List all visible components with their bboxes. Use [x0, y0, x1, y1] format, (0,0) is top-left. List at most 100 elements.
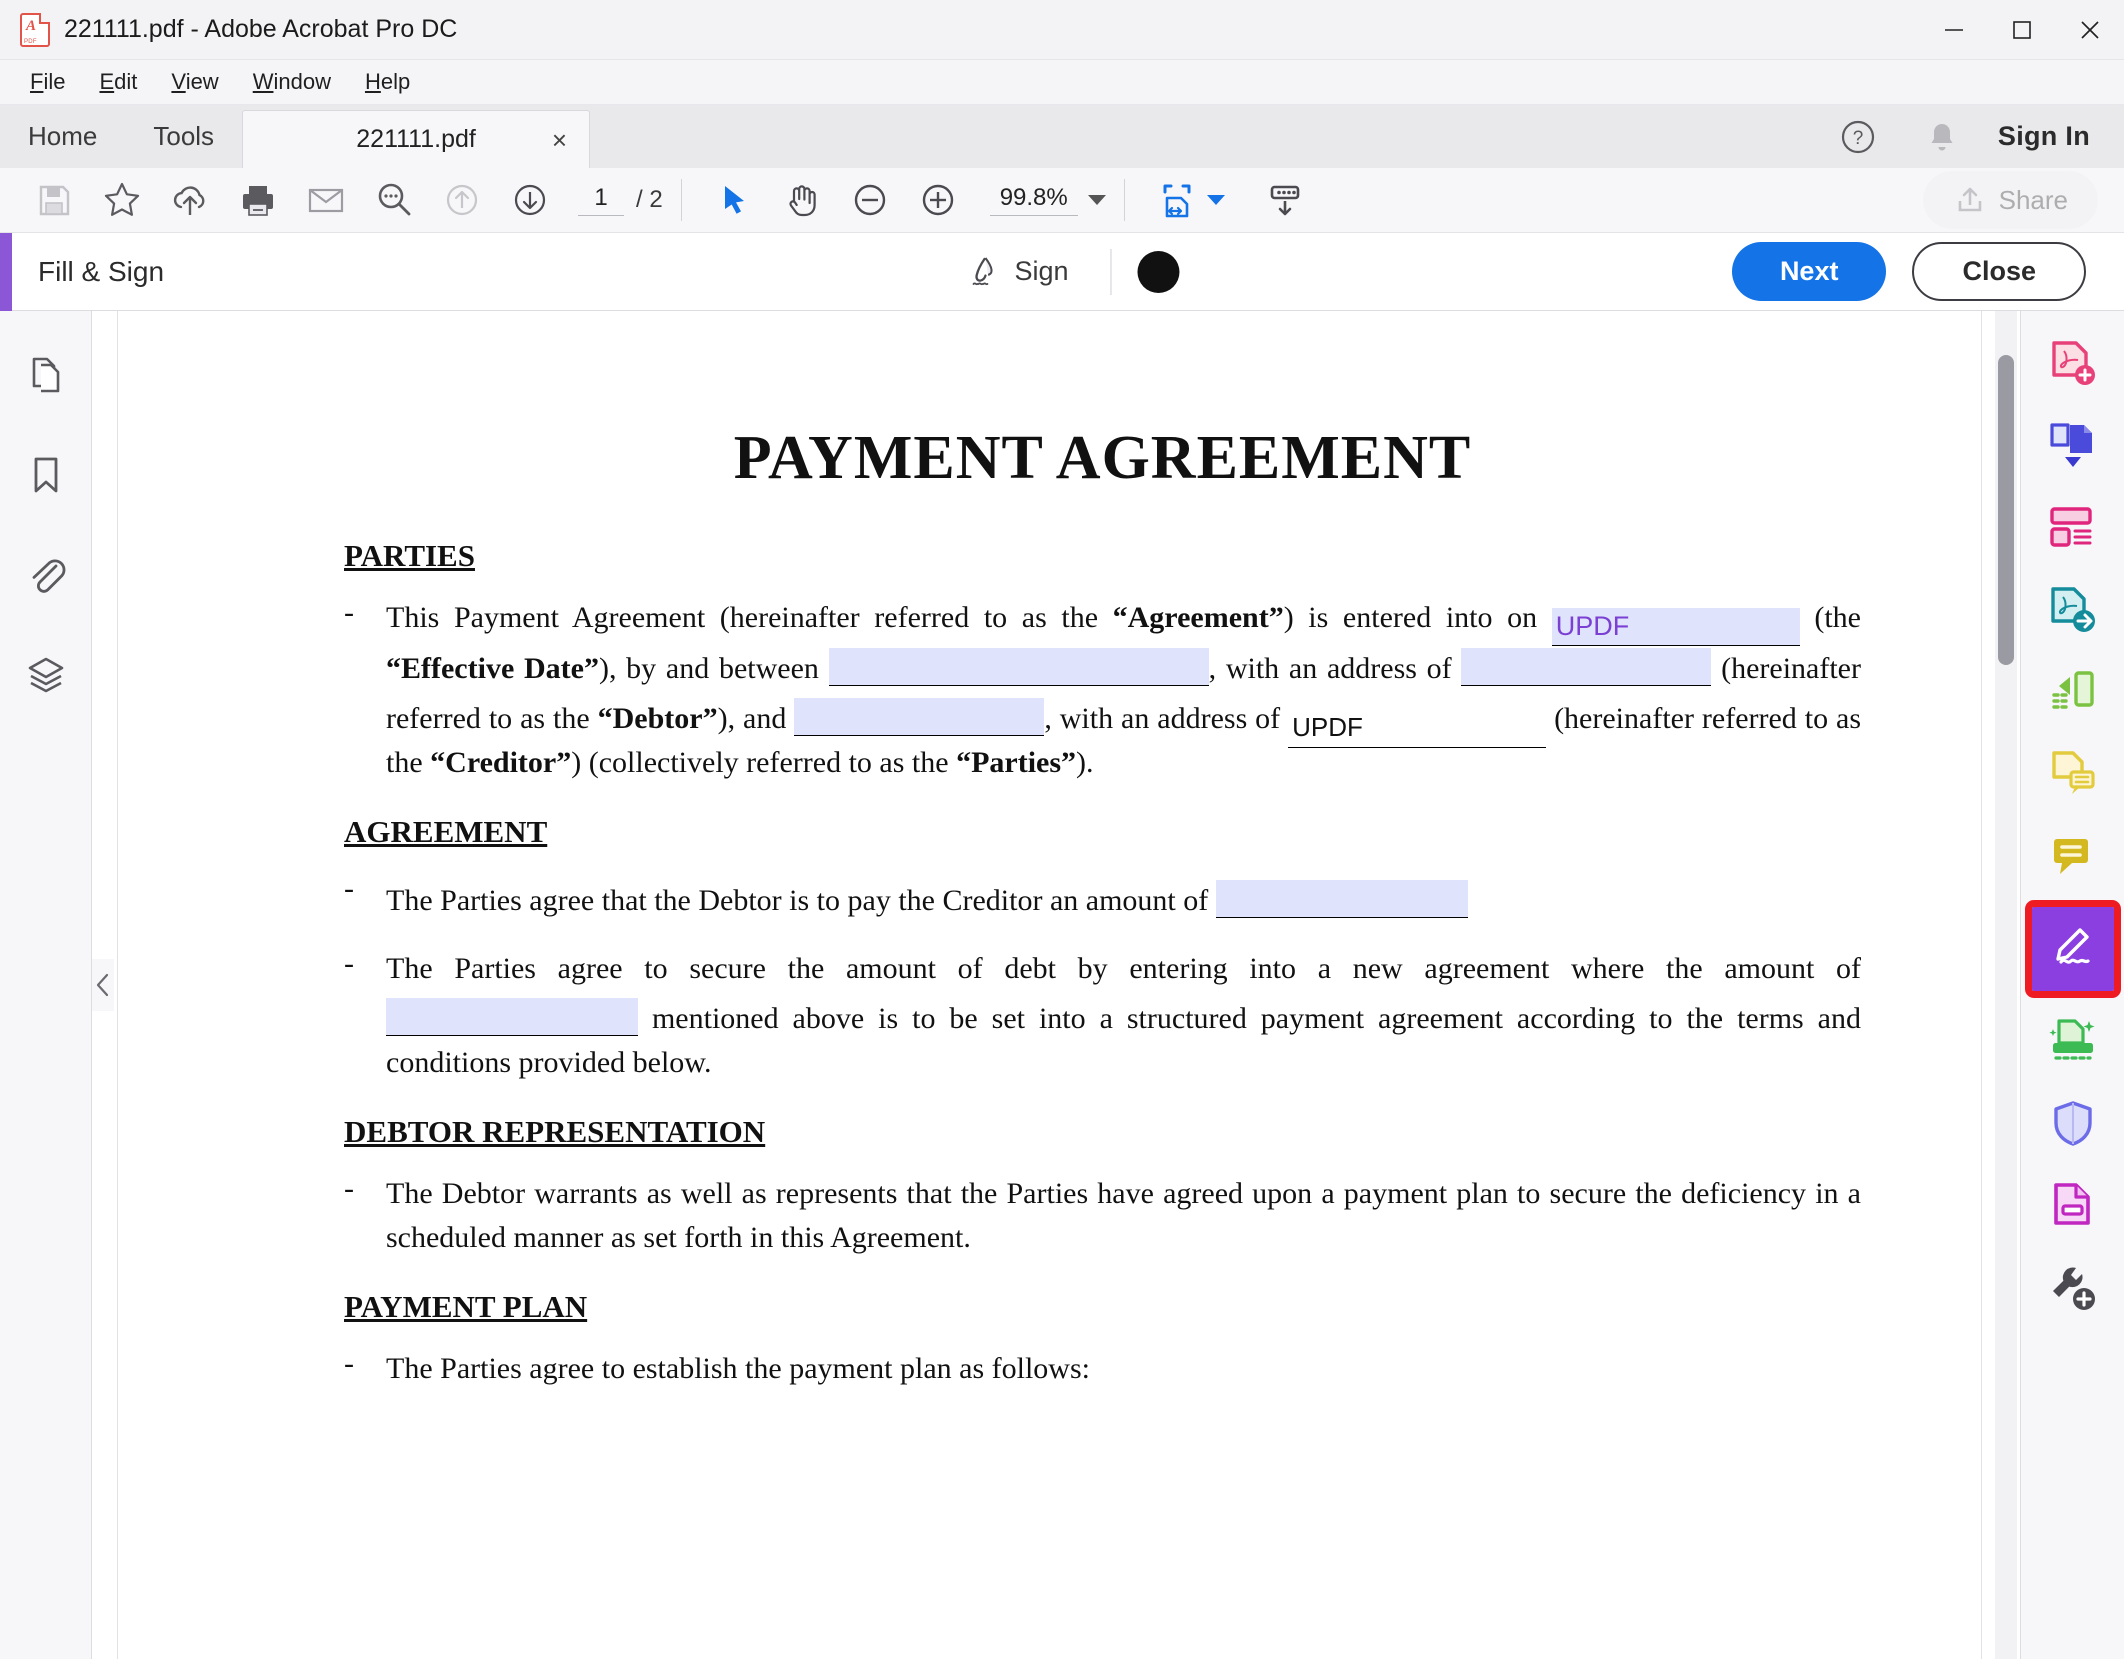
agreement-paragraph-1: The Parties agree that the Debtor is to … [386, 872, 1861, 923]
sign-button-label: Sign [1014, 256, 1068, 287]
document-scrollbar[interactable] [1995, 311, 2017, 1659]
fill-and-sign-toolbar: Fill & Sign Sign Next Close [0, 233, 2124, 311]
toolbar-divider-2 [1124, 179, 1125, 221]
close-fill-sign-button[interactable]: Close [1912, 242, 2086, 301]
payment-plan-row: - The Parties agree to establish the pay… [344, 1347, 1861, 1391]
debtor-name-field[interactable] [829, 648, 1209, 686]
fill-sign-divider [1111, 249, 1112, 295]
sign-button[interactable]: Sign [944, 245, 1084, 299]
help-circle-icon[interactable]: ? [1830, 109, 1886, 165]
upload-to-cloud-icon[interactable] [156, 169, 224, 231]
comment-bubble-icon[interactable] [2035, 825, 2111, 887]
page-number-input[interactable] [578, 184, 624, 216]
fit-page-chevron-icon[interactable] [1207, 195, 1225, 205]
share-button[interactable]: Share [1923, 171, 2098, 229]
collapse-panel-chevron-icon[interactable] [92, 959, 114, 1011]
attachments-paperclip-icon[interactable] [18, 547, 74, 603]
window-title: 221111.pdf - Adobe Acrobat Pro DC [64, 15, 457, 44]
section-heading-parties: PARTIES [344, 538, 1861, 574]
export-pdf-icon[interactable] [2035, 579, 2111, 641]
svg-text:?: ? [1853, 128, 1864, 149]
menu-help[interactable]: Help [351, 65, 424, 99]
bullet-marker: - [344, 947, 386, 1085]
notification-bell-icon[interactable] [1914, 109, 1970, 165]
menu-edit[interactable]: Edit [85, 65, 151, 99]
chevron-down-icon[interactable] [1088, 195, 1106, 205]
page-total-label: / 2 [636, 186, 663, 214]
find-text-icon[interactable] [360, 169, 428, 231]
more-tools-wrench-icon[interactable] [2035, 1257, 2111, 1319]
hand-pan-icon[interactable] [768, 169, 836, 231]
protect-shield-icon[interactable] [2035, 1093, 2111, 1155]
previous-page-arrow-icon[interactable] [428, 169, 496, 231]
fill-and-sign-icon[interactable] [2032, 907, 2114, 991]
bullet-marker: - [344, 1347, 386, 1391]
select-cursor-icon[interactable] [700, 169, 768, 231]
debtor-representation-paragraph: The Debtor warrants as well as represent… [386, 1172, 1861, 1259]
parties-text-1: This Payment Agreement (hereinafter refe… [386, 601, 1113, 634]
workspace: PAYMENT AGREEMENT PARTIES - This Payment… [0, 311, 2124, 1659]
tools-rail [2020, 311, 2124, 1659]
edit-pdf-icon[interactable] [2035, 497, 2111, 559]
main-toolbar: / 2 99.8% [0, 168, 2124, 233]
scrollbar-thumb[interactable] [1998, 355, 2014, 665]
creditor-name-field[interactable] [794, 698, 1044, 736]
bookmarks-icon[interactable] [18, 447, 74, 503]
toolbar-divider [681, 179, 682, 221]
minimize-icon[interactable] [1920, 0, 1988, 60]
tab-strip: Home Tools 221111.pdf × ? Sign In [0, 105, 2124, 168]
menu-window[interactable]: Window [239, 65, 345, 99]
tab-home[interactable]: Home [0, 105, 125, 168]
combine-files-icon[interactable] [2035, 415, 2111, 477]
add-to-favorites-star-icon[interactable] [88, 169, 156, 231]
print-icon[interactable] [224, 169, 292, 231]
zoom-out-icon[interactable] [836, 169, 904, 231]
zoom-level-value[interactable]: 99.8% [990, 184, 1078, 216]
menu-view[interactable]: View [157, 65, 232, 99]
title-bar-left: APDF 221111.pdf - Adobe Acrobat Pro DC [0, 13, 457, 47]
close-icon[interactable] [2056, 0, 2124, 60]
fill-sign-actions: Next Close [1732, 242, 2124, 301]
tab-strip-right: ? Sign In [1830, 105, 2124, 168]
sign-in-button[interactable]: Sign In [1998, 121, 2090, 152]
zoom-control: 99.8% [990, 184, 1106, 216]
page-display-icon[interactable] [1251, 169, 1319, 231]
acrobat-window: APDF 221111.pdf - Adobe Acrobat Pro DC F… [0, 0, 2124, 1673]
close-tab-icon[interactable]: × [552, 127, 567, 153]
next-button[interactable]: Next [1732, 242, 1887, 301]
parties-text-4: ), by and between [599, 652, 829, 685]
fit-page-icon[interactable] [1143, 169, 1211, 231]
parties-text-10: ) (collectively referred to as the [571, 746, 956, 779]
ink-color-swatch[interactable] [1138, 251, 1180, 293]
agreement-paragraph-1-row: - The Parties agree that the Debtor is t… [344, 872, 1861, 923]
redact-icon[interactable] [2035, 1175, 2111, 1237]
menu-file[interactable]: File [16, 65, 79, 99]
organize-pages-icon[interactable] [2035, 661, 2111, 723]
effective-date-field[interactable]: UPDF [1552, 608, 1800, 646]
debtor-address-field[interactable] [1461, 648, 1711, 686]
page-thumbnails-icon[interactable] [18, 347, 74, 403]
debt-amount-field[interactable] [386, 998, 638, 1036]
comment-doc-icon[interactable] [2035, 743, 2111, 805]
signature-pen-icon [960, 251, 1002, 293]
section-heading-payment-plan: PAYMENT PLAN [344, 1289, 1861, 1325]
next-page-arrow-icon[interactable] [496, 169, 564, 231]
maximize-icon[interactable] [1988, 0, 2056, 60]
creditor-address-field[interactable]: UPDF [1288, 710, 1546, 748]
debtor-representation-row: - The Debtor warrants as well as represe… [344, 1172, 1861, 1259]
page-navigation: / 2 [578, 184, 663, 216]
document-viewport[interactable]: PAYMENT AGREEMENT PARTIES - This Payment… [92, 311, 2020, 1659]
scan-and-ocr-icon[interactable] [2035, 1011, 2111, 1073]
save-icon[interactable] [20, 169, 88, 231]
layers-icon[interactable] [18, 647, 74, 703]
fill-sign-accent-bar [0, 233, 12, 311]
fill-sign-center-group: Sign [944, 245, 1179, 299]
tab-tools[interactable]: Tools [125, 105, 242, 168]
email-icon[interactable] [292, 169, 360, 231]
zoom-in-icon[interactable] [904, 169, 972, 231]
document-tab[interactable]: 221111.pdf × [242, 110, 590, 168]
document-title: PAYMENT AGREEMENT [344, 423, 1861, 494]
payment-amount-field[interactable] [1216, 880, 1468, 918]
create-pdf-icon[interactable] [2035, 333, 2111, 395]
pdf-page-1: PAYMENT AGREEMENT PARTIES - This Payment… [117, 311, 1982, 1659]
